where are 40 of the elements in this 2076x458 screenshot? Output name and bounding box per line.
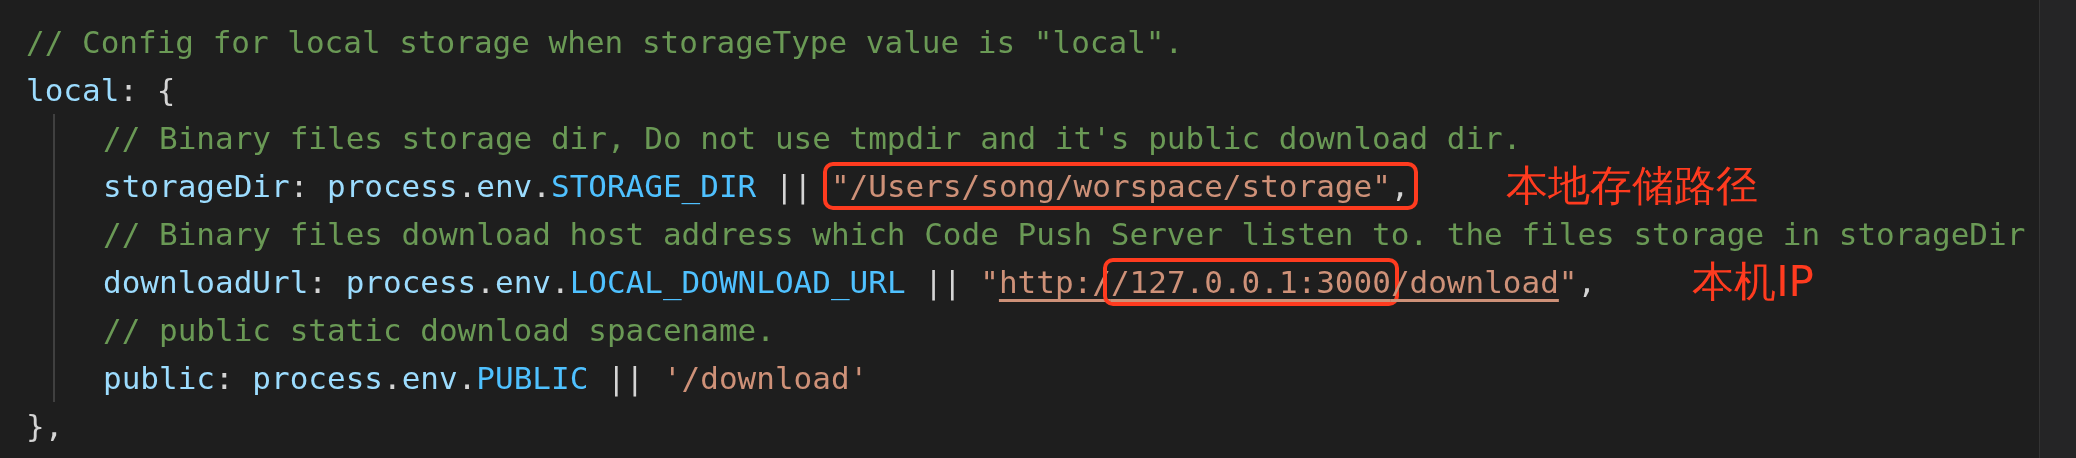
code-punctuation: .: [532, 167, 551, 206]
code-identifier: downloadUrl: [103, 263, 309, 302]
code-identifier: process: [345, 263, 477, 302]
code-punctuation: ,: [1390, 167, 1410, 206]
code-constant: PUBLIC: [476, 359, 589, 398]
code-comment: // Binary files storage dir, Do not use tmpdir and it's public download dir.: [103, 119, 1522, 158]
code-punctuation: .: [457, 359, 477, 398]
code-identifier: process: [326, 167, 458, 206]
code-punctuation: .: [382, 359, 402, 398]
code-punctuation: ,: [1577, 263, 1597, 302]
code-identifier: process: [252, 359, 383, 398]
code-comment: // public static download spacename.: [103, 311, 775, 350]
code-string: "/Users/song/worspace/storage": [830, 167, 1391, 206]
code-identifier: local: [26, 71, 120, 110]
code-identifier: storageDir: [103, 167, 290, 206]
annotation-label: 本地存储路径: [1505, 162, 1758, 210]
code-link[interactable]: /127.0.0.1:3000: [1110, 262, 1391, 302]
code-punctuation: .: [550, 263, 570, 302]
code-comment: // Config for local storage when storageType value is "local".: [26, 23, 1184, 62]
code-identifier: env: [401, 359, 458, 398]
code-comment: // Binary files download host address which Code Push Server listen to. the files storage in storageDir: [103, 215, 2026, 254]
code-constant: LOCAL_DOWNLOAD_URL: [569, 263, 906, 302]
code-punctuation: : {: [119, 71, 176, 110]
code-punctuation: ||: [923, 263, 963, 302]
code-punctuation: :: [215, 359, 235, 398]
code-punctuation: ||: [605, 359, 646, 398]
code-string: '/download': [662, 359, 869, 398]
code-string: ": [1558, 263, 1578, 302]
code-identifier: public: [103, 359, 215, 398]
code-punctuation: :: [289, 167, 310, 206]
code-identifier: env: [494, 263, 551, 302]
code-punctuation: ||: [773, 167, 814, 206]
code-punctuation: },: [26, 407, 64, 446]
code-punctuation: .: [457, 167, 477, 206]
code-punctuation: .: [476, 263, 495, 302]
annotation-label: 本机IP: [1692, 258, 1814, 306]
code-constant: STORAGE_DIR: [550, 167, 757, 206]
code-string: ": [980, 263, 999, 302]
code-punctuation: :: [308, 263, 328, 302]
code-identifier: env: [476, 167, 533, 206]
